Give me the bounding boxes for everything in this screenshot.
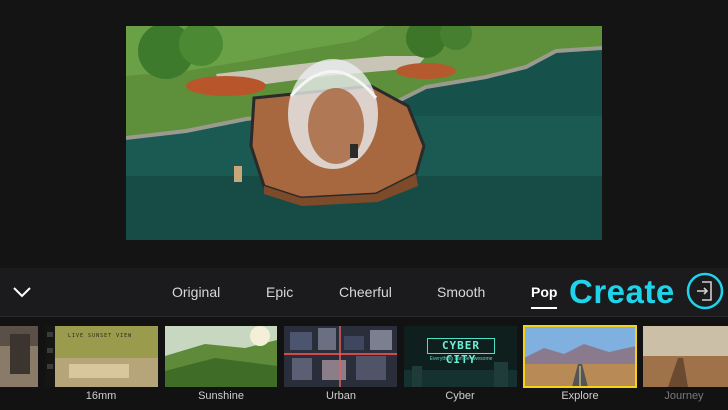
export-arrow-icon [686, 272, 724, 310]
create-label: Create [569, 273, 675, 310]
cyber-subtitle-overlay: Everything can be awesome [429, 356, 493, 362]
video-preview-area [0, 0, 728, 268]
thumbnail-image [643, 326, 728, 387]
template-thumb[interactable] [0, 326, 38, 387]
tab-epic[interactable]: Epic [266, 284, 293, 300]
template-label-journey: Journey [664, 390, 704, 402]
template-label-explore: Explore [561, 390, 599, 402]
tab-original[interactable]: Original [172, 284, 220, 300]
16mm-overlay-text: LIVE SUNSET VIEW [68, 333, 133, 339]
active-tab-indicator [531, 307, 557, 309]
export-button[interactable] [686, 272, 724, 310]
template-strip: CYBER CITY Everything can be awesome 16m… [0, 317, 728, 410]
template-thumb-urban[interactable] [284, 326, 397, 387]
template-label-urban: Urban [326, 390, 356, 402]
collapse-button[interactable] [8, 278, 36, 306]
tab-pop[interactable]: Pop [531, 284, 557, 300]
template-thumb-sunshine[interactable] [165, 326, 277, 387]
template-thumb-journey[interactable] [643, 326, 728, 387]
thumbnail-image [284, 326, 397, 387]
template-label-cyber: Cyber [445, 390, 475, 402]
template-label-sunshine: Sunshine [198, 390, 244, 402]
tab-cheerful[interactable]: Cheerful [339, 284, 392, 300]
tab-smooth[interactable]: Smooth [437, 284, 485, 300]
video-frame-image [126, 26, 602, 240]
template-label-16mm: 16mm [85, 390, 117, 402]
template-thumb-cyber[interactable]: CYBER CITY Everything can be awesome [404, 326, 517, 387]
thumbnail-image [524, 326, 636, 387]
thumbnail-image [0, 326, 38, 387]
template-thumb-explore[interactable] [523, 325, 637, 388]
thumbnail-image [165, 326, 277, 387]
cyber-title-overlay: CYBER CITY [427, 338, 495, 366]
video-preview[interactable] [126, 26, 602, 240]
chevron-down-icon [13, 287, 31, 298]
